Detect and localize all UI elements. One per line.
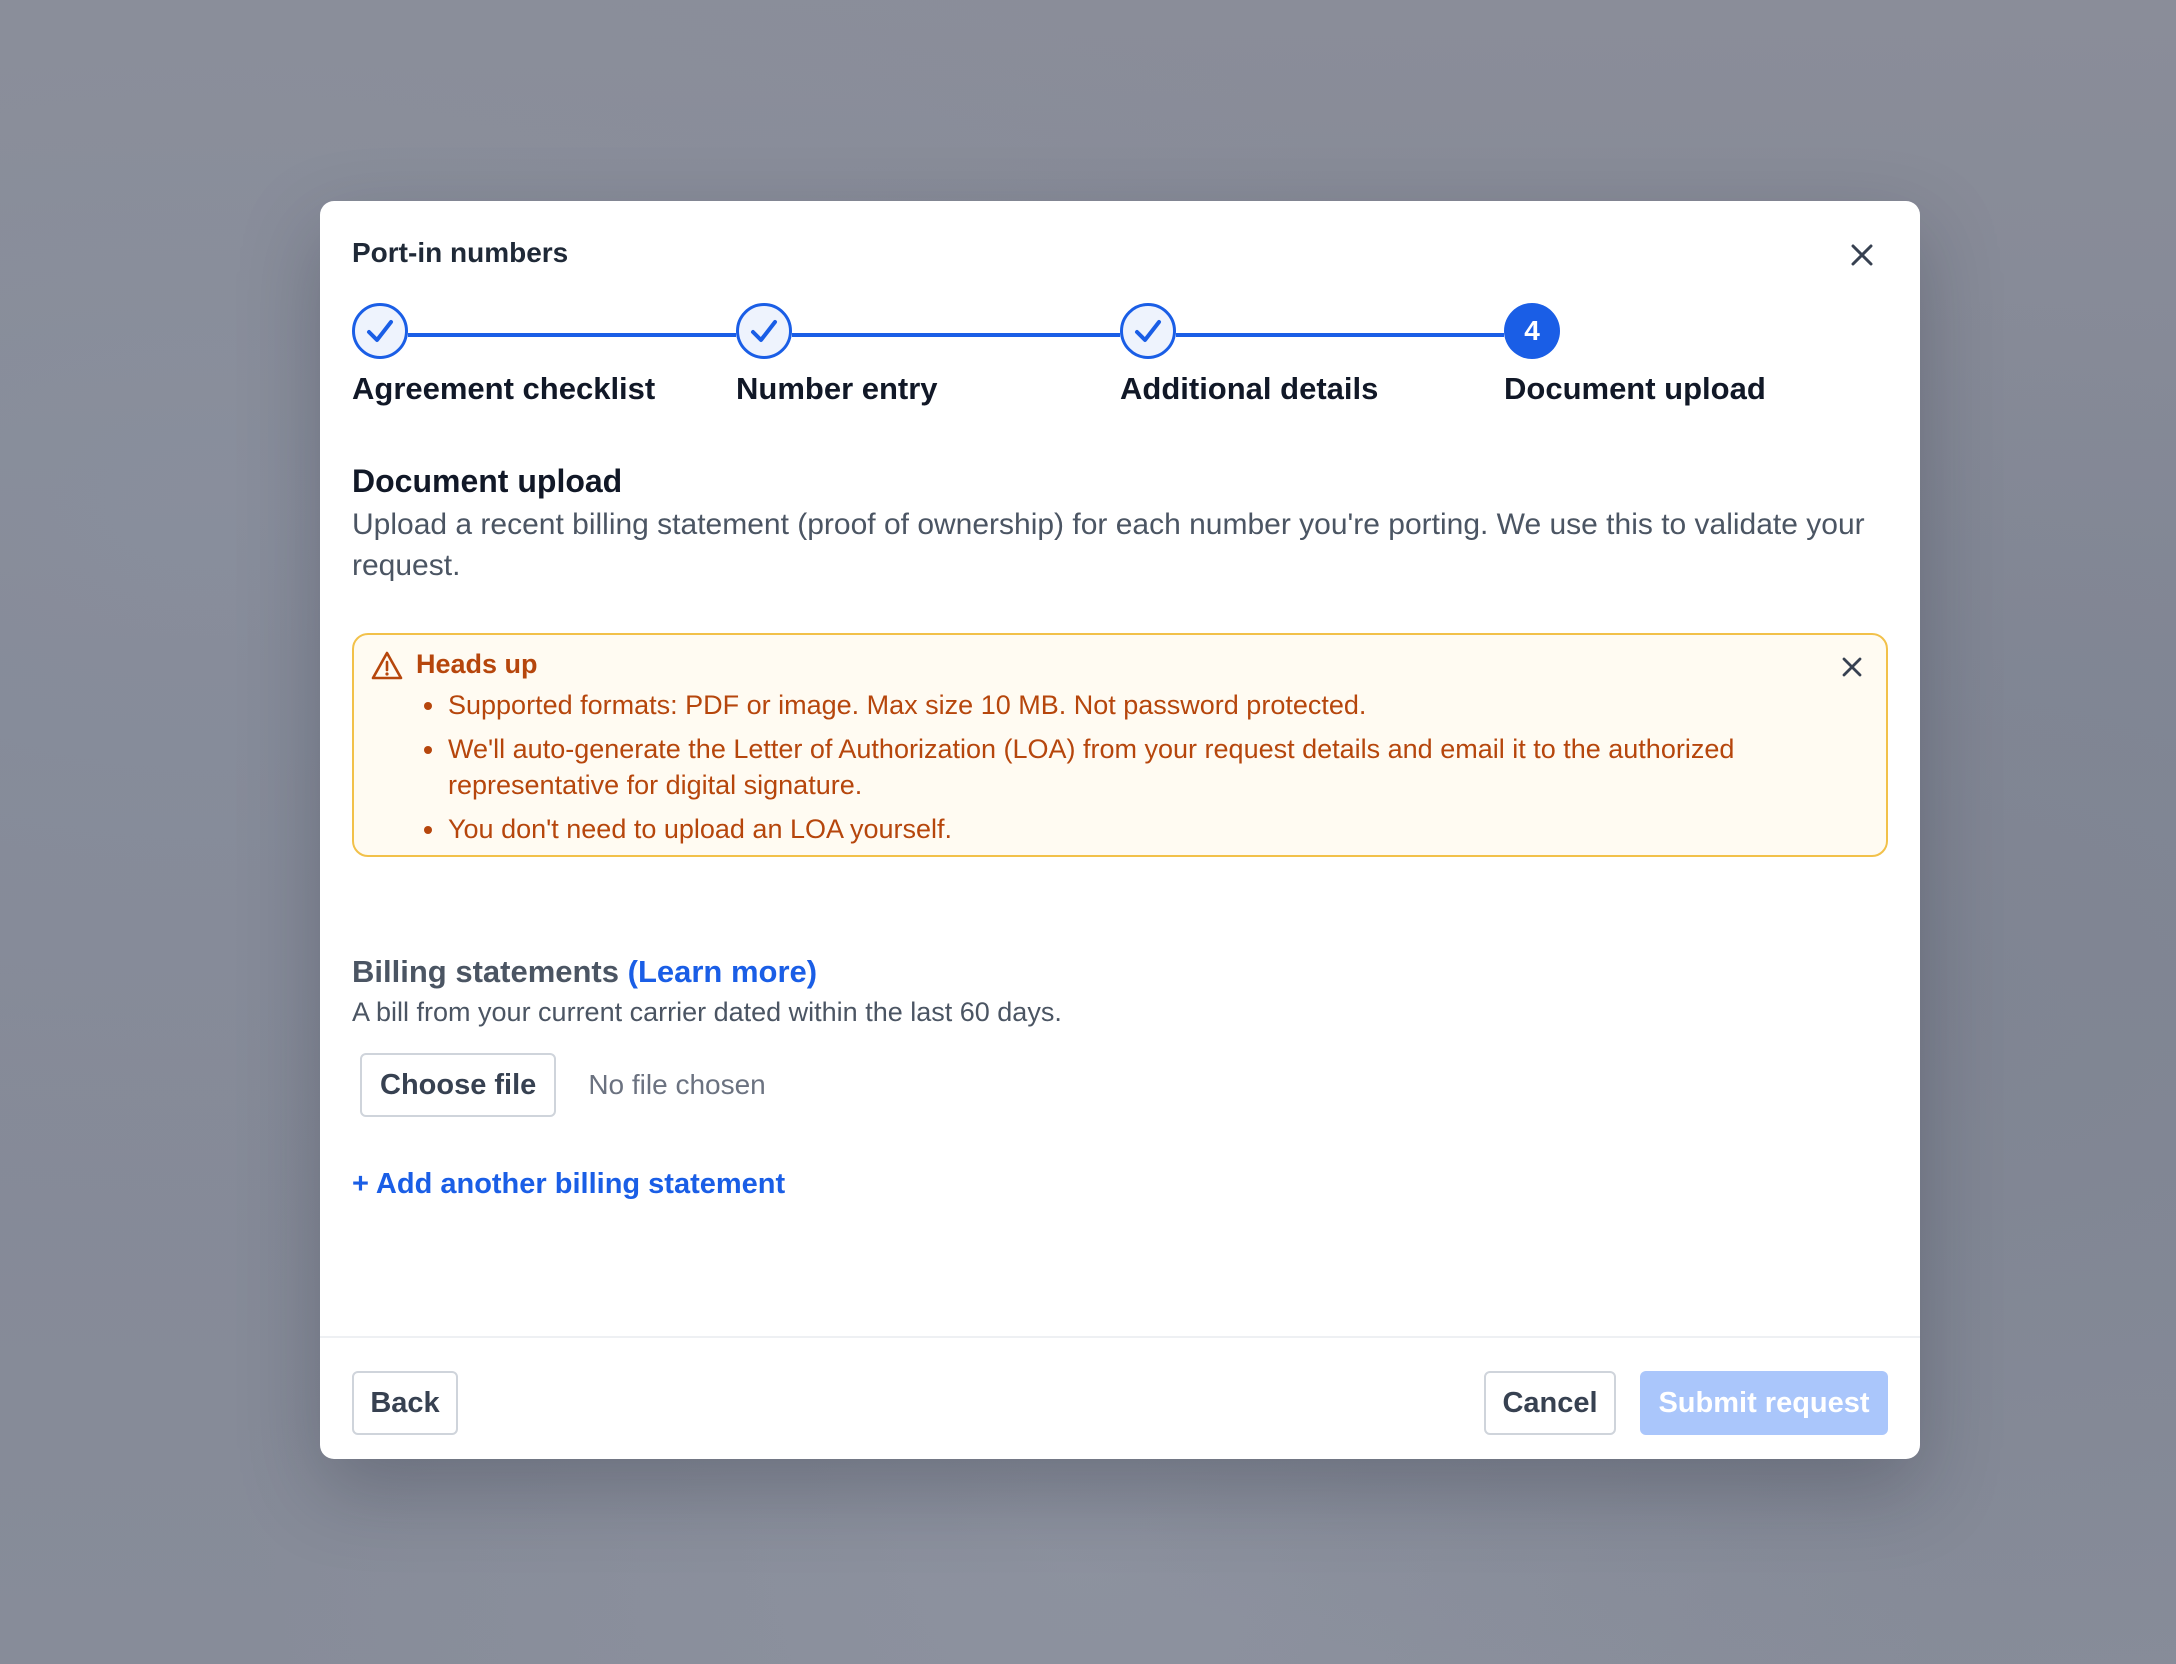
step-label: Additional details — [1120, 371, 1379, 406]
alert-list: Supported formats: PDF or image. Max siz… — [416, 687, 1816, 855]
close-icon[interactable] — [1844, 237, 1880, 273]
step-label: Agreement checklist — [352, 371, 656, 406]
file-input: Choose file No file chosen — [360, 1053, 766, 1117]
billing-label-text: Billing statements — [352, 954, 619, 989]
port-in-modal: Port-in numbers Agreement checklist Numb… — [320, 201, 1920, 1459]
add-billing-statement-link[interactable]: + Add another billing statement — [352, 1168, 785, 1201]
choose-file-button[interactable]: Choose file — [360, 1053, 557, 1117]
heads-up-alert: Heads up Supported formats: PDF or image… — [352, 633, 1888, 857]
step-document-upload: 4 Document upload — [1504, 303, 1766, 406]
stepper: Agreement checklist Number entry Additio… — [352, 303, 1888, 413]
close-icon[interactable] — [1836, 651, 1868, 683]
footer-divider — [320, 1336, 1920, 1338]
check-icon — [352, 303, 408, 359]
billing-hint: A bill from your current carrier dated w… — [352, 997, 1062, 1027]
step-connector — [408, 333, 736, 337]
warning-triangle-icon — [370, 649, 404, 683]
file-status: No file chosen — [588, 1069, 766, 1100]
section-description: Upload a recent billing statement (proof… — [352, 508, 1865, 582]
step-label: Number entry — [736, 371, 938, 406]
alert-title: Heads up — [416, 649, 538, 679]
cancel-button[interactable]: Cancel — [1484, 1371, 1616, 1435]
step-number-badge: 4 — [1504, 303, 1560, 359]
modal-title: Port-in numbers — [352, 237, 569, 268]
check-icon — [1120, 303, 1176, 359]
alert-item: We'll auto-generate the Letter of Author… — [416, 731, 1816, 803]
back-button[interactable]: Back — [352, 1371, 458, 1435]
alert-item: You don't need to upload an LOA yourself… — [416, 811, 1816, 847]
submit-request-button[interactable]: Submit request — [1640, 1371, 1888, 1435]
learn-more-link[interactable]: (Learn more) — [628, 954, 817, 989]
step-connector — [1176, 333, 1504, 337]
step-agreement-checklist: Agreement checklist — [352, 303, 655, 406]
alert-item: Supported formats: PDF or image. Max siz… — [416, 687, 1816, 723]
step-number-entry: Number entry — [736, 303, 938, 406]
step-additional-details: Additional details — [1120, 303, 1378, 406]
billing-statements-label: Billing statements (Learn more) — [352, 954, 817, 990]
step-connector — [792, 333, 1120, 337]
step-label: Document upload — [1504, 371, 1766, 406]
check-icon — [736, 303, 792, 359]
section-title: Document upload — [352, 463, 623, 499]
